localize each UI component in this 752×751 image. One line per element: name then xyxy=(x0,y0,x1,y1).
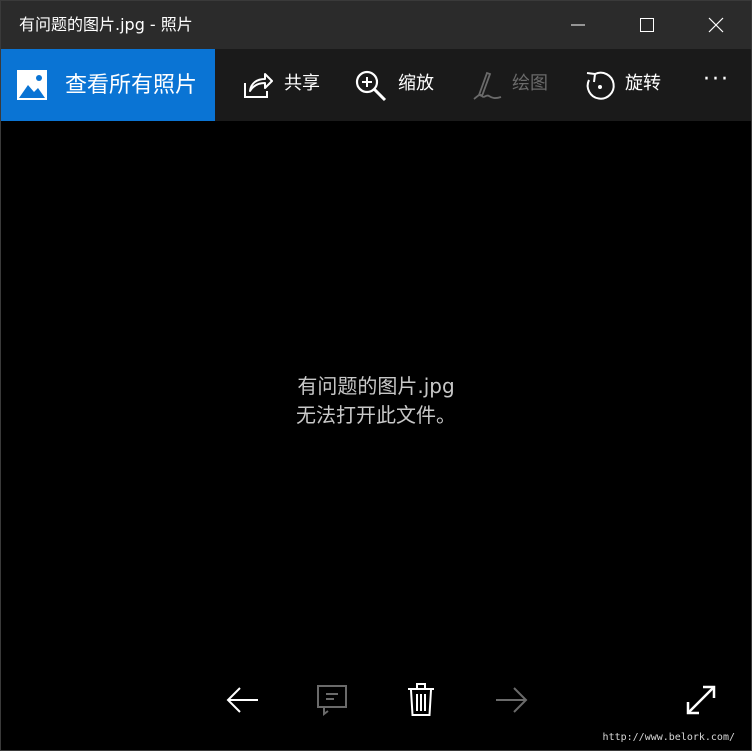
zoom-in-icon xyxy=(355,70,387,102)
image-viewer: 有问题的图片.jpg 无法打开此文件。 xyxy=(1,121,751,750)
minimize-icon xyxy=(571,24,585,26)
share-button[interactable]: 共享 xyxy=(241,49,331,121)
draw-pen-icon xyxy=(473,71,502,100)
rotate-label: 旋转 xyxy=(625,73,661,94)
fullscreen-icon xyxy=(686,685,716,715)
file-name: 有问题的图片.jpg xyxy=(297,374,455,398)
delete-button[interactable] xyxy=(401,680,441,720)
next-button xyxy=(491,680,531,720)
zoom-label: 缩放 xyxy=(398,73,434,94)
draw-label: 绘图 xyxy=(512,73,548,94)
photo-gallery-icon xyxy=(17,70,47,100)
more-options-button[interactable]: ··· xyxy=(695,49,739,121)
zoom-button[interactable]: 缩放 xyxy=(355,49,445,121)
command-bar: 查看所有照片 共享 缩放 绘图 旋转 ··· xyxy=(1,49,751,121)
delete-icon xyxy=(408,683,434,716)
rotate-icon xyxy=(586,71,615,100)
close-button[interactable] xyxy=(693,1,739,49)
previous-arrow-icon xyxy=(226,687,258,713)
window-title: 有问题的图片.jpg - 照片 xyxy=(19,15,193,34)
minimize-button[interactable] xyxy=(555,1,601,49)
fullscreen-button[interactable] xyxy=(681,680,721,720)
draw-button: 绘图 xyxy=(471,49,561,121)
share-label: 共享 xyxy=(284,73,320,94)
view-all-photos-button[interactable]: 查看所有照片 xyxy=(1,49,215,121)
error-message: 无法打开此文件。 xyxy=(296,403,456,427)
slideshow-button xyxy=(312,680,352,720)
close-icon xyxy=(708,17,724,33)
more-icon: ··· xyxy=(703,67,730,92)
next-arrow-icon xyxy=(496,687,528,713)
share-icon xyxy=(244,73,273,98)
photos-app-window: 有问题的图片.jpg - 照片 查看所有照片 共享 缩放 绘图 旋转 ··· 有… xyxy=(0,0,752,751)
slideshow-icon xyxy=(317,685,347,716)
title-bar: 有问题的图片.jpg - 照片 xyxy=(1,1,751,49)
maximize-button[interactable] xyxy=(624,1,670,49)
rotate-button[interactable]: 旋转 xyxy=(583,49,673,121)
previous-button[interactable] xyxy=(223,680,263,720)
maximize-icon xyxy=(640,18,654,32)
watermark-url: http://www.belork.com/ xyxy=(602,732,735,743)
view-all-label: 查看所有照片 xyxy=(65,73,198,98)
